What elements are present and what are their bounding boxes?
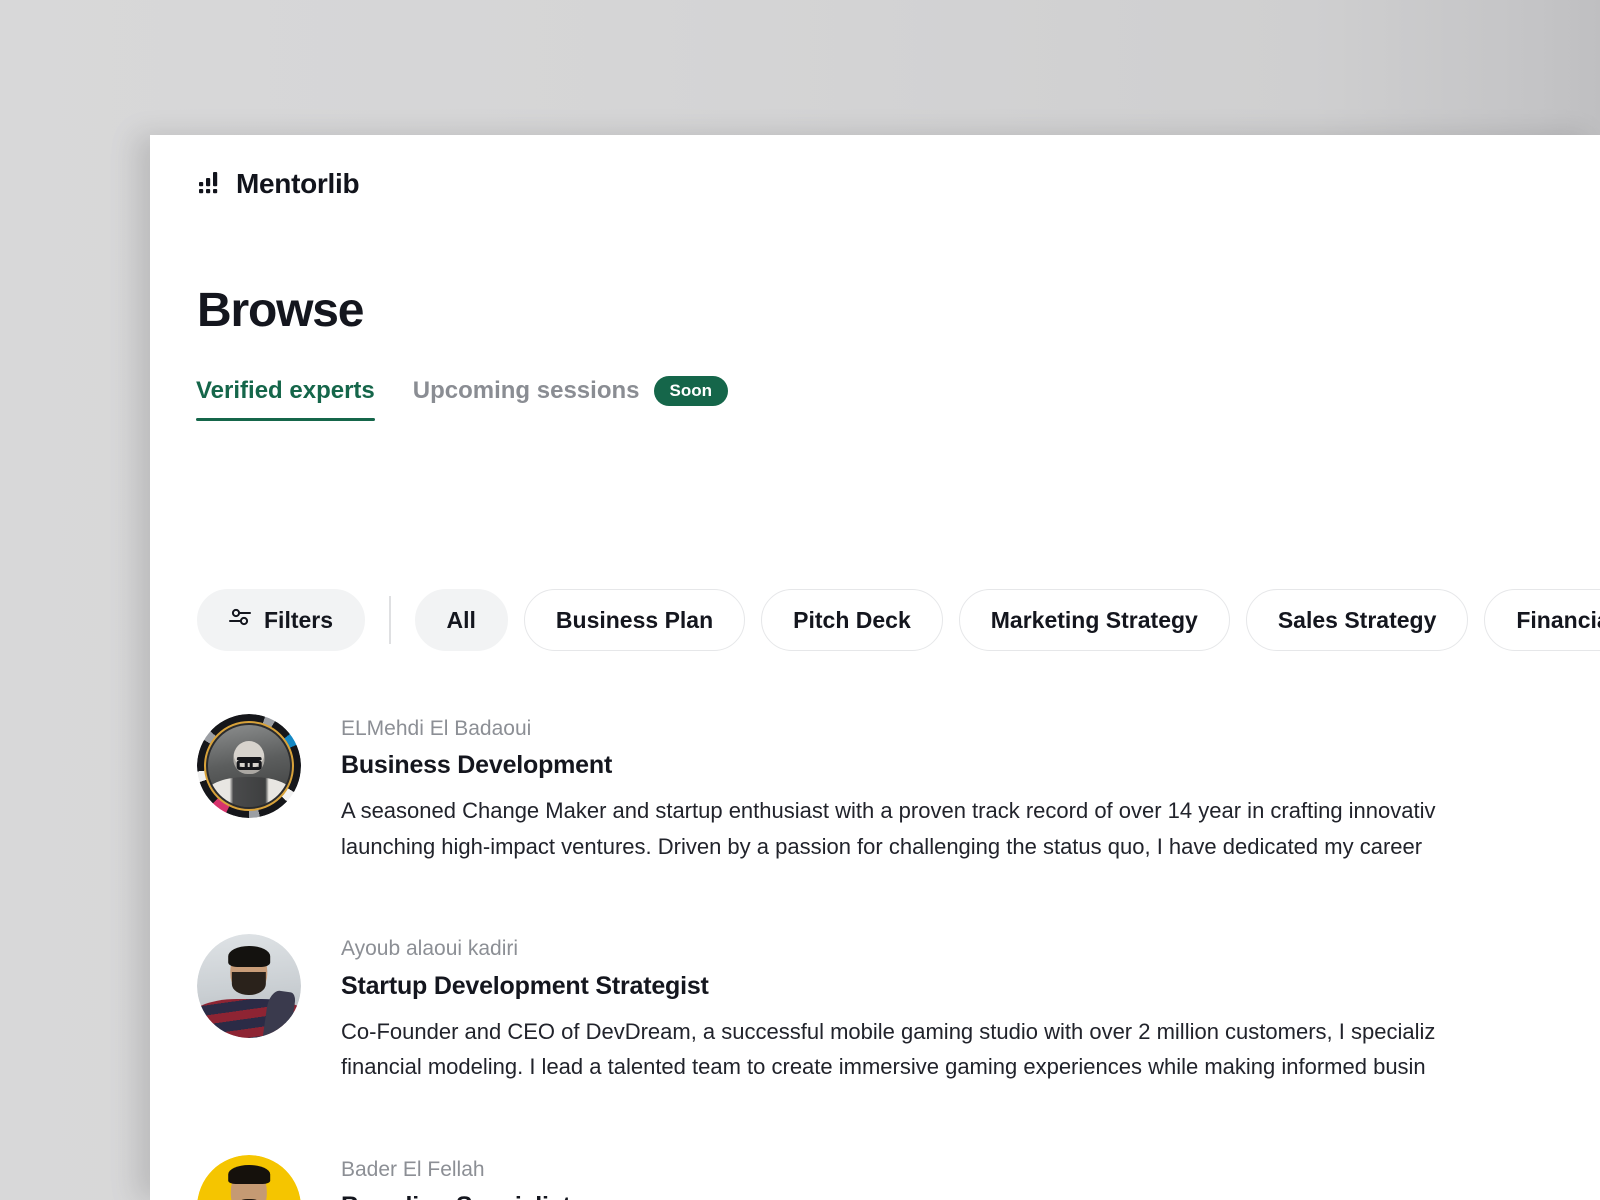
avatar xyxy=(197,1154,301,1200)
category-pill-all[interactable]: All xyxy=(414,589,508,651)
expert-bio: Co-Founder and CEO of DevDream, a succes… xyxy=(341,1018,1436,1080)
expert-role: Business Development xyxy=(341,751,613,780)
category-pill-business-plan[interactable]: Business Plan xyxy=(523,589,746,651)
filters-button-label: Filters xyxy=(264,606,334,633)
category-pill-label: Business Plan xyxy=(555,606,714,633)
filters-button[interactable]: Filters xyxy=(197,589,366,651)
expert-name: ELMehdi El Badaoui xyxy=(341,717,532,740)
category-pill-financial-projection[interactable]: Financial Proje xyxy=(1484,589,1600,651)
brand-name: Mentorlib xyxy=(236,168,360,199)
category-pill-label: Sales Strategy xyxy=(1277,606,1437,633)
signal-bars-icon xyxy=(198,169,224,200)
expert-role: Branding Specialist xyxy=(341,1191,1431,1200)
avatar xyxy=(197,934,301,1039)
expert-name: Bader El Fellah xyxy=(341,1157,485,1181)
expert-details: ELMehdi El Badaoui Business Development … xyxy=(341,710,1436,864)
list-item[interactable]: Ayoub alaoui kadiri Startup Development … xyxy=(197,930,1600,1084)
list-item[interactable]: Bader El Fellah Branding Specialist Read… xyxy=(197,1151,1600,1200)
category-pill-marketing-strategy[interactable]: Marketing Strategy xyxy=(958,589,1230,651)
brand-logo[interactable]: Mentorlib xyxy=(198,168,360,200)
app-panel: Mentorlib Browse Verified experts Upcomi… xyxy=(150,135,1600,1200)
category-pill-label: All xyxy=(446,606,476,633)
expert-bio: A seasoned Change Maker and startup enth… xyxy=(341,798,1436,859)
tab-verified-experts[interactable]: Verified experts xyxy=(196,377,375,421)
list-item[interactable]: ELMehdi El Badaoui Business Development … xyxy=(197,710,1600,864)
avatar xyxy=(197,714,301,818)
expert-list: ELMehdi El Badaoui Business Development … xyxy=(197,710,1600,1200)
category-pill-label: Financial Proje xyxy=(1516,606,1600,633)
status-badge: Soon xyxy=(653,376,728,406)
category-pill-pitch-deck[interactable]: Pitch Deck xyxy=(761,589,943,651)
sliders-icon xyxy=(229,606,251,634)
tab-upcoming-sessions[interactable]: Upcoming sessions Soon xyxy=(413,376,728,422)
expert-details: Ayoub alaoui kadiri Startup Development … xyxy=(341,930,1435,1084)
pill-row-divider xyxy=(389,596,391,644)
category-pill-label: Marketing Strategy xyxy=(990,606,1198,633)
category-pill-label: Pitch Deck xyxy=(793,606,911,633)
tab-label: Verified experts xyxy=(196,377,375,404)
tab-bar: Verified experts Upcoming sessions Soon xyxy=(196,376,728,422)
expert-name: Ayoub alaoui kadiri xyxy=(341,937,519,961)
filter-pill-row: Filters All Business Plan Pitch Deck Mar… xyxy=(197,589,1600,651)
page-title: Browse xyxy=(197,284,364,337)
category-pill-sales-strategy[interactable]: Sales Strategy xyxy=(1245,589,1469,651)
tab-label: Upcoming sessions xyxy=(412,377,640,404)
expert-role: Startup Development Strategist xyxy=(341,971,709,1000)
expert-details: Bader El Fellah Branding Specialist Read… xyxy=(341,1151,1431,1200)
